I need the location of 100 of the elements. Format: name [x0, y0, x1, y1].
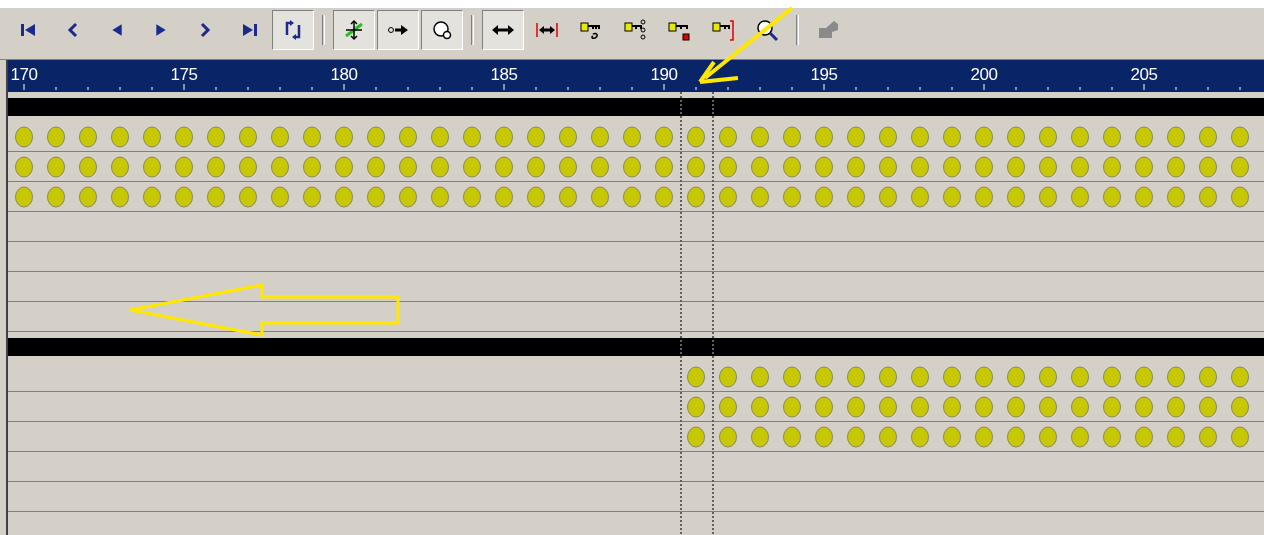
key-marker[interactable]: [1167, 366, 1185, 388]
key-marker[interactable]: [1135, 396, 1153, 418]
key-marker[interactable]: [1039, 366, 1057, 388]
key-marker[interactable]: [623, 126, 641, 148]
key-marker[interactable]: [1199, 366, 1217, 388]
key-marker[interactable]: [1135, 126, 1153, 148]
key-marker[interactable]: [431, 156, 449, 178]
key-marker[interactable]: [111, 126, 129, 148]
key-marker[interactable]: [271, 186, 289, 208]
key-marker[interactable]: [559, 126, 577, 148]
key-marker[interactable]: [1199, 186, 1217, 208]
key-marker[interactable]: [655, 156, 673, 178]
key-marker[interactable]: [367, 126, 385, 148]
key-marker[interactable]: [15, 156, 33, 178]
key-marker[interactable]: [239, 126, 257, 148]
key-marker[interactable]: [751, 126, 769, 148]
key-marker[interactable]: [79, 186, 97, 208]
key-marker[interactable]: [719, 426, 737, 448]
time-range-marker[interactable]: [680, 91, 714, 535]
key-marker[interactable]: [847, 396, 865, 418]
key-marker[interactable]: [175, 126, 193, 148]
key-marker[interactable]: [1103, 366, 1121, 388]
key-marker[interactable]: [1231, 126, 1249, 148]
key-marker[interactable]: [559, 186, 577, 208]
key-marker[interactable]: [143, 126, 161, 148]
key-marker[interactable]: [751, 366, 769, 388]
key-marker[interactable]: [1199, 426, 1217, 448]
key-marker[interactable]: [271, 156, 289, 178]
key-marker[interactable]: [431, 126, 449, 148]
key-marker[interactable]: [783, 126, 801, 148]
key-marker[interactable]: [303, 156, 321, 178]
key-marker[interactable]: [1103, 126, 1121, 148]
key-marker[interactable]: [335, 126, 353, 148]
key-marker[interactable]: [783, 396, 801, 418]
key-marker[interactable]: [271, 126, 289, 148]
key-marker[interactable]: [1071, 156, 1089, 178]
key-marker[interactable]: [687, 186, 705, 208]
key-marker[interactable]: [591, 186, 609, 208]
key-marker[interactable]: [943, 156, 961, 178]
key-marker[interactable]: [911, 396, 929, 418]
key-marker[interactable]: [1167, 186, 1185, 208]
key-marker[interactable]: [335, 156, 353, 178]
key-marker[interactable]: [943, 426, 961, 448]
key-marker[interactable]: [79, 126, 97, 148]
key-marker[interactable]: [1103, 426, 1121, 448]
key-marker[interactable]: [1103, 396, 1121, 418]
key-marker[interactable]: [1007, 366, 1025, 388]
key-marker[interactable]: [367, 186, 385, 208]
key-marker[interactable]: [975, 426, 993, 448]
key-marker[interactable]: [623, 186, 641, 208]
key-marker[interactable]: [879, 426, 897, 448]
key-marker[interactable]: [367, 156, 385, 178]
key-marker[interactable]: [975, 366, 993, 388]
key-marker[interactable]: [207, 126, 225, 148]
key-marker[interactable]: [815, 156, 833, 178]
key-marker[interactable]: [1071, 126, 1089, 148]
key-marker[interactable]: [623, 156, 641, 178]
key-marker[interactable]: [1071, 396, 1089, 418]
key-marker[interactable]: [1167, 126, 1185, 148]
key-marker[interactable]: [847, 426, 865, 448]
key-marker[interactable]: [1007, 186, 1025, 208]
key-marker[interactable]: [1135, 186, 1153, 208]
key-marker[interactable]: [1039, 396, 1057, 418]
key-marker[interactable]: [879, 186, 897, 208]
key-marker[interactable]: [527, 186, 545, 208]
key-marker[interactable]: [975, 156, 993, 178]
key-marker[interactable]: [463, 126, 481, 148]
toolbar-button[interactable]: [333, 9, 375, 50]
key-marker[interactable]: [15, 126, 33, 148]
key-marker[interactable]: [1103, 156, 1121, 178]
key-marker[interactable]: [655, 126, 673, 148]
key-marker[interactable]: [399, 126, 417, 148]
key-marker[interactable]: [975, 396, 993, 418]
key-marker[interactable]: [1071, 366, 1089, 388]
key-marker[interactable]: [783, 426, 801, 448]
key-marker[interactable]: [559, 156, 577, 178]
key-marker[interactable]: [47, 156, 65, 178]
key-marker[interactable]: [591, 156, 609, 178]
key-marker[interactable]: [911, 426, 929, 448]
key-marker[interactable]: [783, 156, 801, 178]
key-marker[interactable]: [1007, 396, 1025, 418]
key-marker[interactable]: [687, 156, 705, 178]
key-marker[interactable]: [1199, 396, 1217, 418]
key-marker[interactable]: [1167, 426, 1185, 448]
key-marker[interactable]: [431, 186, 449, 208]
key-marker[interactable]: [335, 186, 353, 208]
key-marker[interactable]: [815, 396, 833, 418]
key-marker[interactable]: [207, 156, 225, 178]
key-marker[interactable]: [1231, 366, 1249, 388]
key-marker[interactable]: [751, 156, 769, 178]
key-marker[interactable]: [1039, 126, 1057, 148]
key-marker[interactable]: [719, 396, 737, 418]
key-marker[interactable]: [527, 156, 545, 178]
key-marker[interactable]: [879, 156, 897, 178]
key-marker[interactable]: [1135, 426, 1153, 448]
key-marker[interactable]: [1071, 426, 1089, 448]
key-marker[interactable]: [847, 126, 865, 148]
key-marker[interactable]: [143, 156, 161, 178]
key-marker[interactable]: [1135, 366, 1153, 388]
key-marker[interactable]: [1167, 396, 1185, 418]
